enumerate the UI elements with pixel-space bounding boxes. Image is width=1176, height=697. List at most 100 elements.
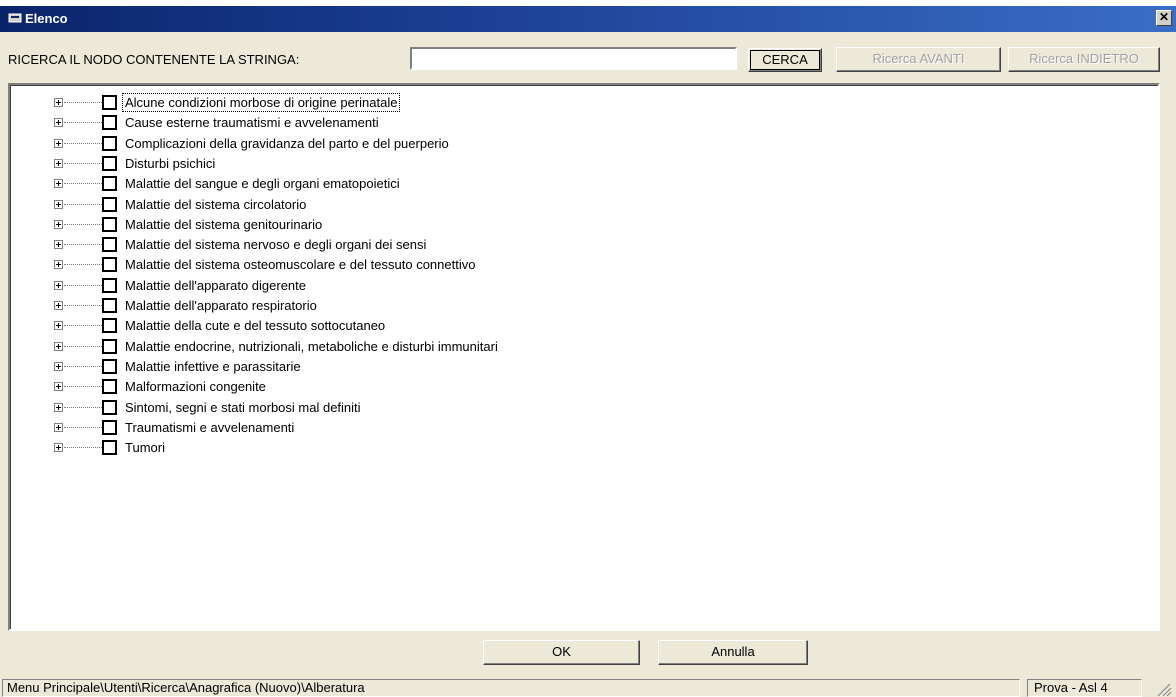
search-input[interactable] — [410, 47, 737, 70]
tree-node[interactable]: Traumatismi e avvelenamenti — [54, 418, 754, 438]
tree-node[interactable]: Malformazioni congenite — [54, 377, 754, 397]
node-checkbox[interactable] — [102, 155, 117, 171]
resize-grip-icon[interactable] — [1150, 680, 1172, 696]
node-label[interactable]: Malattie infettive e parassitarie — [123, 358, 303, 375]
expand-plus-icon[interactable] — [54, 443, 63, 453]
tree-node[interactable]: Malattie dell'apparato respiratorio — [54, 296, 754, 316]
tree-connector — [64, 183, 102, 185]
tree-connector — [64, 365, 102, 367]
node-checkbox[interactable] — [102, 440, 117, 456]
tree-connector — [64, 345, 102, 347]
node-label[interactable]: Cause esterne traumatismi e avvelenament… — [123, 114, 381, 131]
node-label[interactable]: Malformazioni congenite — [123, 378, 268, 395]
expand-plus-icon[interactable] — [54, 219, 63, 229]
tree-connector — [64, 386, 102, 388]
node-label[interactable]: Malattie della cute e del tessuto sottoc… — [123, 317, 387, 334]
ok-button[interactable]: OK — [483, 640, 640, 665]
expand-plus-icon[interactable] — [54, 158, 63, 168]
status-user: Prova - Asl 4 — [1027, 679, 1142, 697]
expand-plus-icon[interactable] — [54, 301, 63, 310]
search-prev-button[interactable]: Ricerca INDIETRO — [1008, 47, 1160, 72]
expand-plus-icon[interactable] — [54, 260, 63, 270]
expand-plus-icon[interactable] — [54, 118, 63, 128]
node-checkbox[interactable] — [102, 358, 117, 374]
node-label[interactable]: Malattie del sistema osteomuscolare e de… — [123, 256, 477, 273]
expand-plus-icon[interactable] — [54, 179, 63, 189]
node-checkbox[interactable] — [102, 115, 117, 131]
search-next-button[interactable]: Ricerca AVANTI — [836, 47, 1001, 72]
node-checkbox[interactable] — [102, 338, 117, 354]
expand-plus-icon[interactable] — [54, 280, 63, 290]
tree-connector — [64, 325, 102, 327]
tree-node[interactable]: Complicazioni della gravidanza del parto… — [54, 134, 754, 154]
node-label[interactable]: Malattie del sistema nervoso e degli org… — [123, 236, 428, 253]
expand-plus-icon[interactable] — [54, 341, 63, 351]
close-button[interactable]: ✕ — [1156, 10, 1172, 26]
tree-connector — [64, 406, 102, 408]
node-label[interactable]: Malattie del sistema circolatorio — [123, 196, 308, 213]
title-bar: Elenco ✕ — [0, 6, 1176, 32]
tree-node[interactable]: Malattie infettive e parassitarie — [54, 357, 754, 377]
node-label[interactable]: Complicazioni della gravidanza del parto… — [123, 135, 451, 152]
tree-node[interactable]: Malattie del sistema genitourinario — [54, 215, 754, 235]
expand-plus-icon[interactable] — [54, 138, 63, 148]
tree-node[interactable]: Malattie della cute e del tessuto sottoc… — [54, 316, 754, 336]
tree-node[interactable]: Sintomi, segni e stati morbosi mal defin… — [54, 398, 754, 418]
status-bar: Menu Principale\Utenti\Ricerca\Anagrafic… — [0, 678, 1176, 697]
expand-plus-icon[interactable] — [54, 382, 63, 392]
node-checkbox[interactable] — [102, 196, 117, 212]
node-label[interactable]: Sintomi, segni e stati morbosi mal defin… — [123, 399, 363, 416]
node-label[interactable]: Malattie endocrine, nutrizionali, metabo… — [123, 338, 500, 355]
node-checkbox[interactable] — [102, 176, 117, 192]
cancel-button[interactable]: Annulla — [658, 640, 808, 665]
node-label[interactable]: Disturbi psichici — [123, 155, 217, 172]
tree-connector — [64, 264, 102, 266]
node-checkbox[interactable] — [102, 216, 117, 232]
expand-plus-icon[interactable] — [54, 402, 63, 412]
node-checkbox[interactable] — [102, 399, 117, 415]
tree-connector — [64, 142, 102, 144]
expand-plus-icon[interactable] — [54, 199, 63, 209]
window-title: Elenco — [25, 11, 68, 26]
node-label[interactable]: Tumori — [123, 439, 167, 456]
tree-view[interactable]: Alcune condizioni morbose di origine per… — [8, 83, 1160, 631]
node-checkbox[interactable] — [102, 277, 117, 293]
tree-node[interactable]: Malattie del sangue e degli organi emato… — [54, 174, 754, 194]
node-checkbox[interactable] — [102, 419, 117, 435]
node-checkbox[interactable] — [102, 318, 117, 334]
node-checkbox[interactable] — [102, 257, 117, 273]
expand-plus-icon[interactable] — [54, 422, 63, 432]
tree-connector — [64, 284, 102, 286]
node-label[interactable]: Malattie dell'apparato digerente — [123, 277, 308, 294]
tree-node[interactable]: Malattie del sistema circolatorio — [54, 195, 754, 215]
tree-node[interactable]: Malattie del sistema osteomuscolare e de… — [54, 255, 754, 275]
node-label[interactable]: Malattie del sistema genitourinario — [123, 216, 324, 233]
tree-connector — [64, 447, 102, 449]
node-label[interactable]: Malattie dell'apparato respiratorio — [123, 297, 319, 314]
node-label[interactable]: Malattie del sangue e degli organi emato… — [123, 175, 402, 192]
tree-node[interactable]: Alcune condizioni morbose di origine per… — [54, 93, 754, 113]
node-checkbox[interactable] — [102, 379, 117, 395]
expand-plus-icon[interactable] — [54, 361, 63, 371]
expand-plus-icon[interactable] — [54, 240, 63, 250]
search-button[interactable]: CERCA — [748, 48, 822, 72]
expand-plus-icon[interactable] — [54, 98, 63, 107]
tree-node[interactable]: Cause esterne traumatismi e avvelenament… — [54, 113, 754, 133]
node-checkbox[interactable] — [102, 298, 117, 313]
tree-node[interactable]: Malattie del sistema nervoso e degli org… — [54, 235, 754, 255]
search-label: RICERCA IL NODO CONTENENTE LA STRINGA: — [8, 52, 300, 67]
tree-node[interactable]: Malattie endocrine, nutrizionali, metabo… — [54, 337, 754, 357]
node-label[interactable]: Traumatismi e avvelenamenti — [123, 419, 296, 436]
tree-connector — [64, 162, 102, 164]
tree-node[interactable]: Malattie dell'apparato digerente — [54, 276, 754, 296]
node-checkbox[interactable] — [102, 237, 117, 253]
tree-connector — [64, 244, 102, 246]
node-checkbox[interactable] — [102, 135, 117, 151]
tree-node[interactable]: Tumori — [54, 438, 754, 458]
tree-node[interactable]: Disturbi psichici — [54, 154, 754, 174]
node-label[interactable]: Alcune condizioni morbose di origine per… — [121, 93, 401, 112]
expand-plus-icon[interactable] — [54, 321, 63, 331]
tree-connector — [64, 426, 102, 428]
node-checkbox[interactable] — [102, 95, 117, 110]
tree-connector — [64, 203, 102, 205]
